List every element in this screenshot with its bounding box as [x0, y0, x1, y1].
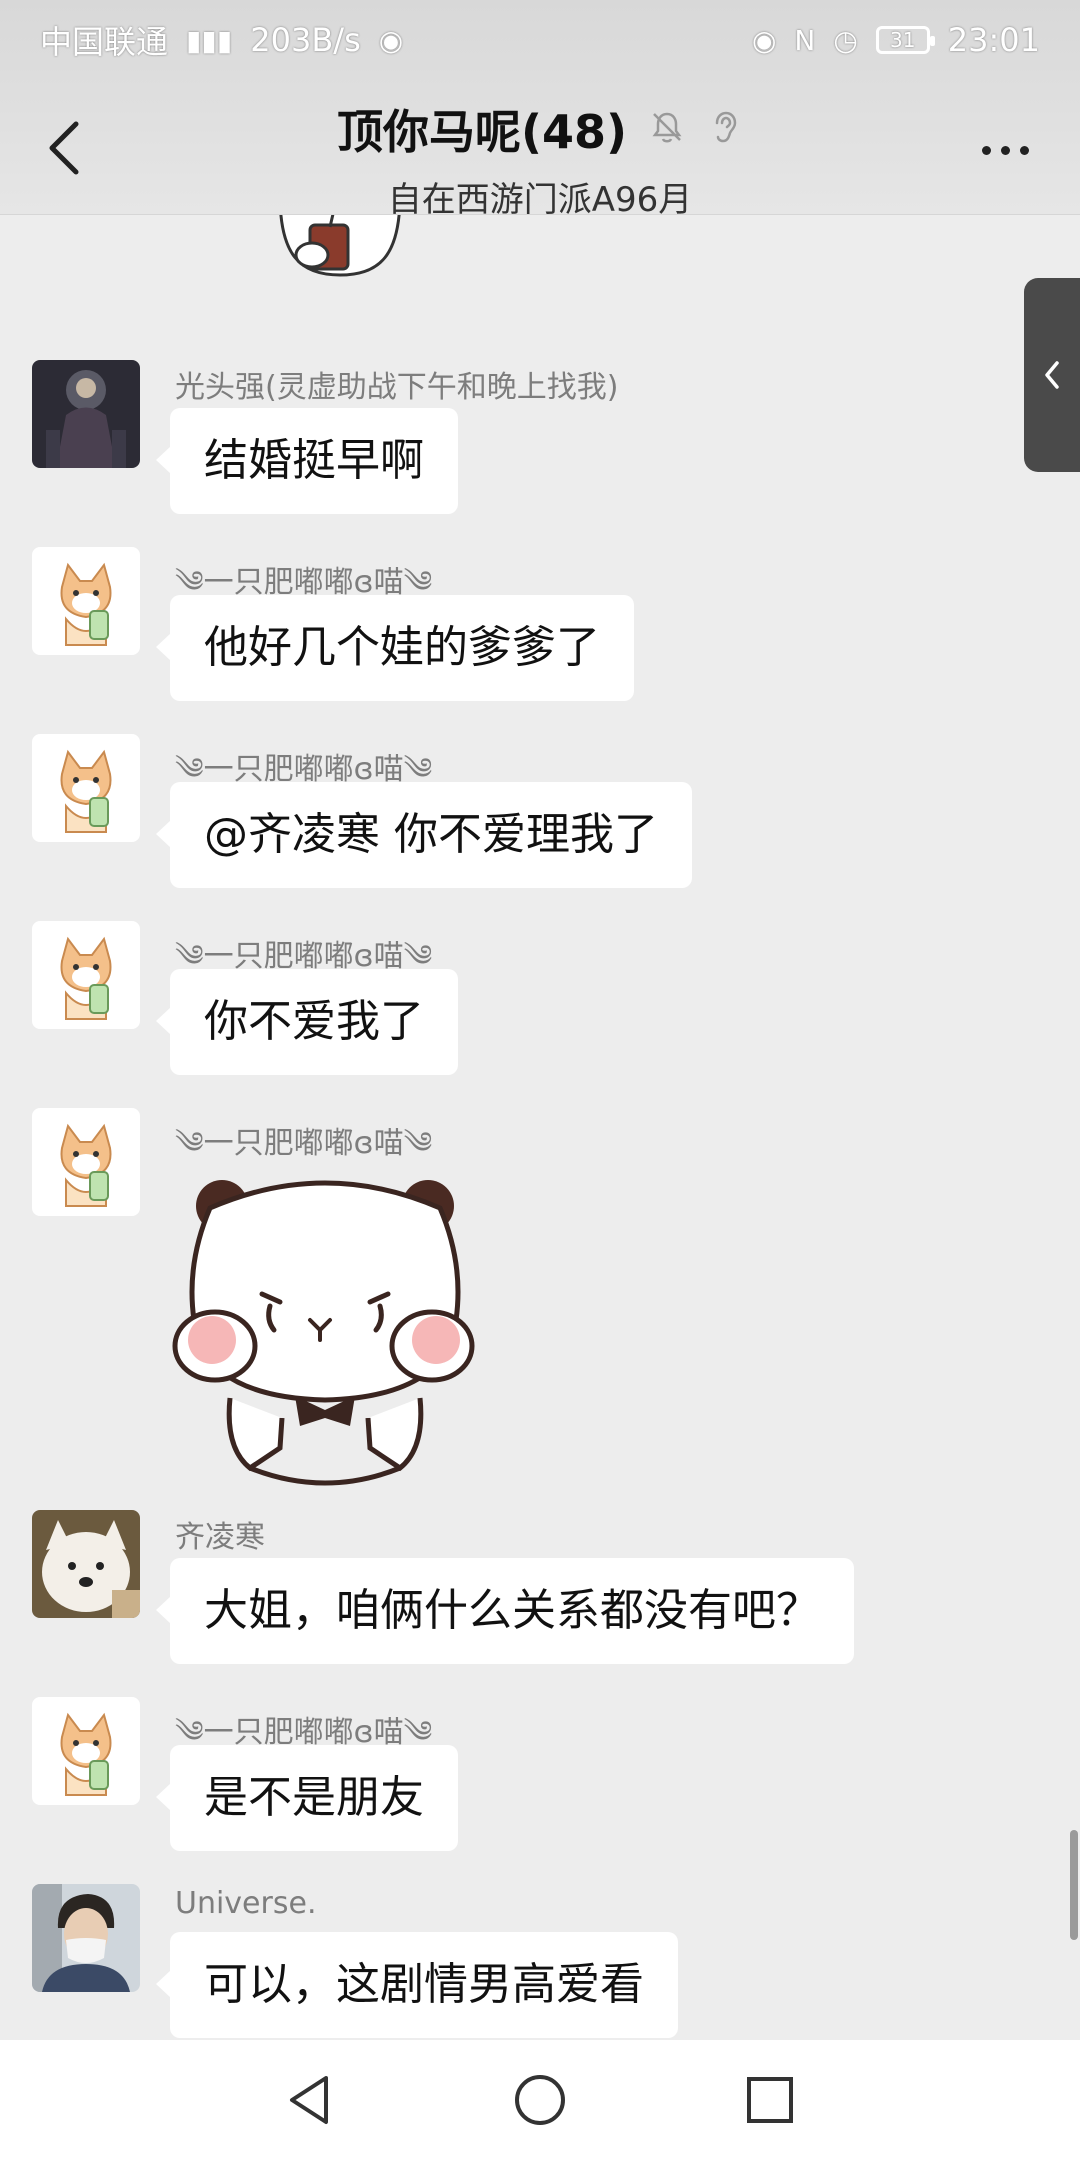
- status-time: 23:01: [947, 21, 1040, 59]
- nfc-icon: N: [794, 23, 816, 57]
- avatar[interactable]: [32, 547, 140, 655]
- more-options-button[interactable]: [970, 130, 1040, 170]
- avatar[interactable]: [32, 921, 140, 1029]
- nav-home-button[interactable]: [500, 2060, 580, 2140]
- chevron-left-icon: [1045, 361, 1059, 389]
- message-bubble[interactable]: 是不是朋友: [156, 1745, 458, 1851]
- chat-title: 顶你马呢(48): [336, 105, 628, 159]
- network-speed: 203B/s: [250, 21, 361, 59]
- eye-icon: ◉: [751, 23, 777, 57]
- battery-icon: 31: [875, 26, 935, 54]
- avatar[interactable]: [32, 1108, 140, 1216]
- sender-name: Universe.: [175, 1886, 317, 1921]
- chat-subtitle: 自在西游门派A96月: [387, 180, 693, 220]
- avatar[interactable]: [32, 1697, 140, 1805]
- notification-icon: ◉: [378, 23, 404, 57]
- message-list[interactable]: 光头强(灵虚助战下午和晚上找我) 结婚挺早啊 ༄一只肥嘟嘟ɞ喵༄ 他好几个娃的爹…: [0, 215, 1080, 2040]
- avatar[interactable]: [32, 734, 140, 842]
- message-bubble[interactable]: @齐凌寒 你不爱理我了: [156, 782, 692, 888]
- avatar[interactable]: [32, 360, 140, 468]
- scrollbar[interactable]: [1070, 1830, 1078, 1940]
- avatar[interactable]: [32, 1884, 140, 1992]
- avatar[interactable]: [32, 1510, 140, 1618]
- partial-sticker-image[interactable]: [270, 215, 410, 315]
- status-bar: 中国联通 ▮▮▮ 203B/s ◉ ◉ N ◷ 31 23:01: [0, 0, 1080, 80]
- nav-recent-icon: [747, 2077, 793, 2123]
- nav-back-icon: [290, 2076, 328, 2124]
- message-bubble[interactable]: 你不爱我了: [156, 969, 458, 1075]
- bell-off-icon: [649, 109, 685, 149]
- panda-bear-sticker[interactable]: [170, 1168, 500, 1488]
- message-bubble[interactable]: 他好几个娃的爹爹了: [156, 595, 634, 701]
- sender-name: 光头强(灵虚助战下午和晚上找我): [175, 370, 619, 405]
- nav-recent-button[interactable]: [730, 2060, 810, 2140]
- message-bubble[interactable]: 可以，这剧情男高爱看: [156, 1932, 678, 2038]
- carrier-label: 中国联通: [40, 23, 169, 61]
- message-bubble[interactable]: 结婚挺早啊: [156, 408, 458, 514]
- message-bubble[interactable]: 大姐，咱俩什么关系都没有吧？: [156, 1558, 854, 1664]
- signal-icon: ▮▮▮: [186, 23, 233, 57]
- top-bar: 中国联通 ▮▮▮ 203B/s ◉ ◉ N ◷ 31 23:01 顶你马呢(48…: [0, 0, 1080, 220]
- side-panel-handle[interactable]: [1024, 278, 1080, 472]
- nav-home-icon: [515, 2075, 565, 2125]
- alarm-icon: ◷: [833, 23, 858, 57]
- nav-back-button[interactable]: [270, 2060, 350, 2140]
- chat-header: 顶你马呢(48) 自在西游门派A96月: [0, 90, 1080, 220]
- sender-name: 齐凌寒: [175, 1520, 265, 1555]
- ear-icon: [707, 109, 743, 149]
- more-dots-icon: [981, 145, 991, 155]
- system-navigation-bar: [0, 2040, 1080, 2160]
